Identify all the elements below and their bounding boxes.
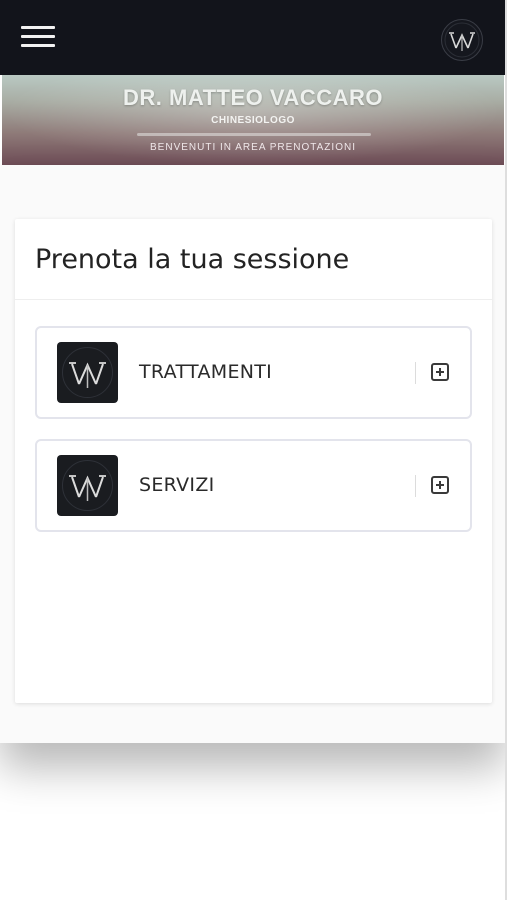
category-item-trattamenti[interactable]: TRATTAMENTI: [35, 326, 472, 419]
plus-square-icon[interactable]: [431, 363, 449, 381]
top-navbar: [0, 0, 507, 75]
welcome-text: BENVENUTI IN AREA PRENOTAZIONI: [150, 142, 356, 153]
page-title: Prenota la tua sessione: [35, 244, 350, 275]
divider: [415, 475, 416, 497]
category-label: TRATTAMENTI: [139, 361, 273, 383]
hamburger-bar: [21, 44, 55, 47]
category-item-servizi[interactable]: SERVIZI: [35, 439, 472, 532]
m-monogram-logo-icon: [57, 342, 118, 403]
divider: [415, 362, 416, 384]
plus-square-icon[interactable]: [431, 476, 449, 494]
card-header: Prenota la tua sessione: [15, 219, 492, 300]
hamburger-menu-icon[interactable]: [21, 25, 55, 49]
banner-divider: [137, 133, 371, 136]
hamburger-bar: [21, 26, 55, 29]
booking-card: Prenota la tua sessione TRATTAMENTI SERV…: [15, 219, 492, 703]
brand-logo-icon[interactable]: [441, 19, 483, 61]
doctor-role: CHINESIOLOGO: [211, 115, 295, 126]
category-label: SERVIZI: [139, 474, 215, 496]
m-monogram-logo-icon: [57, 455, 118, 516]
hamburger-bar: [21, 35, 55, 38]
doctor-name: DR. MATTEO VACCARO: [123, 85, 383, 110]
hero-banner: DR. MATTEO VACCARO CHINESIOLOGO BENVENUT…: [2, 75, 504, 165]
